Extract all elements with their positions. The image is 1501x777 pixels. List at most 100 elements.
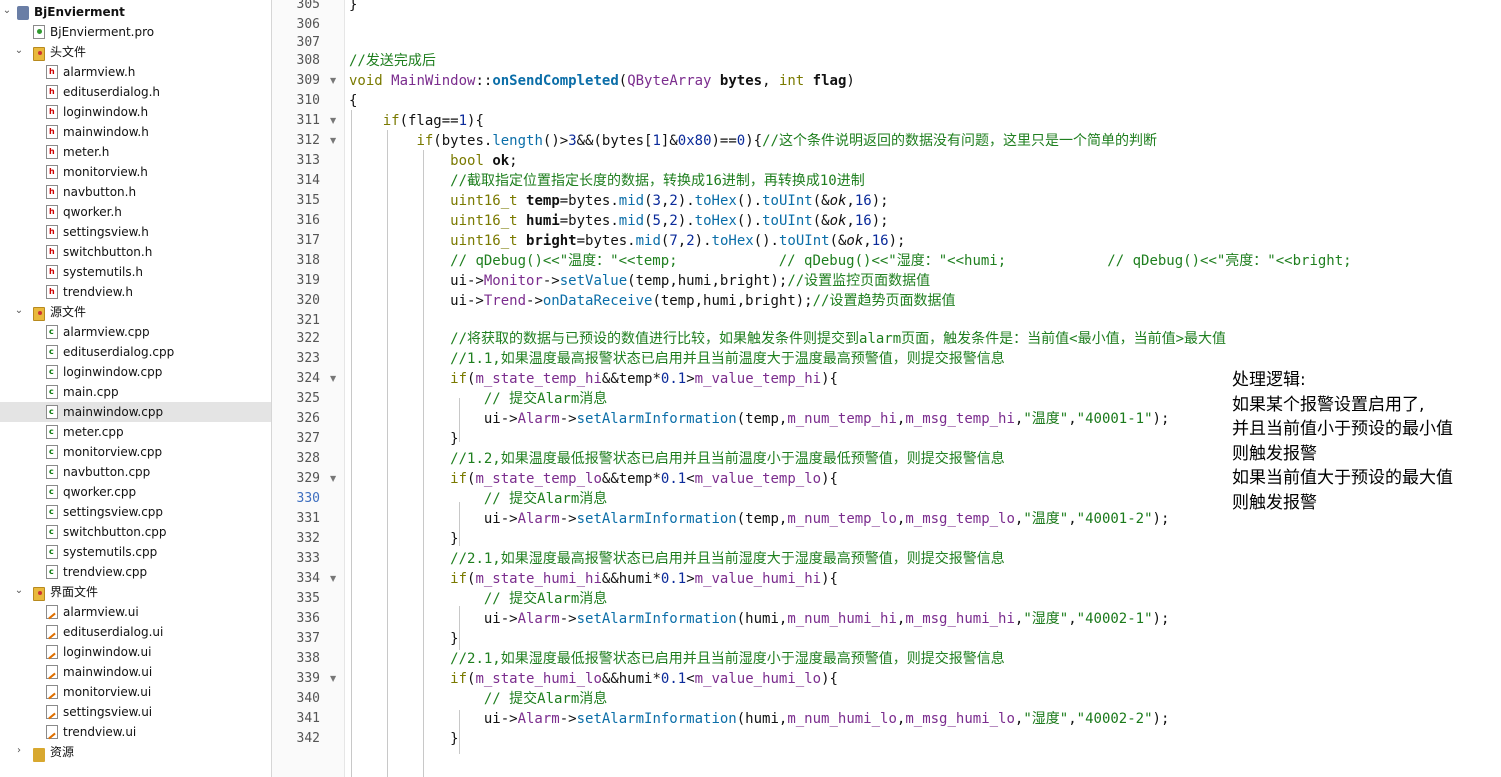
code-line: } — [349, 430, 459, 450]
line-number: 341 — [296, 711, 320, 726]
tree-file[interactable]: alarmview.cpp — [0, 322, 271, 342]
tree-file-label: trendview.h — [63, 285, 133, 299]
tree-file[interactable]: meter.h — [0, 142, 271, 162]
tree-folder-headers[interactable]: ⌄ 头文件 — [0, 42, 271, 62]
tree-file[interactable]: trendview.cpp — [0, 562, 271, 582]
code-token: m_msg_temp_lo — [905, 511, 1015, 527]
code-token: Alarm — [517, 711, 560, 727]
code-token: ); — [1152, 511, 1170, 527]
expand-arrow-icon[interactable]: › — [14, 745, 24, 756]
code-token: } — [349, 431, 459, 447]
code-line: bool ok; — [349, 152, 517, 172]
tree-file-label: trendview.cpp — [63, 565, 148, 579]
fold-marker-icon[interactable]: ▼ — [330, 570, 336, 588]
tree-file[interactable]: meter.cpp — [0, 422, 271, 442]
tree-file[interactable]: trendview.ui — [0, 722, 271, 742]
code-token: m_num_humi_lo — [787, 711, 897, 727]
collapse-arrow-icon[interactable]: ⌄ — [14, 585, 24, 596]
tree-file[interactable]: switchbutton.h — [0, 242, 271, 262]
line-number: 321 — [296, 313, 320, 328]
tree-file-label: meter.cpp — [63, 425, 124, 439]
fold-marker-icon[interactable]: ▼ — [330, 470, 336, 488]
tree-file[interactable]: mainwindow.h — [0, 122, 271, 142]
code-line: //1.2,如果温度最低报警状态已启用并且当前温度小于温度最低预警值，则提交报警… — [349, 450, 1005, 470]
code-token: m_value_temp_hi — [694, 371, 822, 387]
fold-marker-icon[interactable]: ▼ — [330, 670, 336, 688]
tree-file[interactable]: mainwindow.cpp — [0, 402, 271, 422]
code-line: // 提交Alarm消息 — [349, 490, 607, 510]
code-token: &&temp* — [601, 371, 661, 387]
tree-file[interactable]: systemutils.cpp — [0, 542, 271, 562]
project-tree[interactable]: ⌄ BjEnvierment BjEnvierment.pro ⌄ 头文件 alarmvi… — [0, 0, 272, 777]
code-token: // 提交Alarm消息 — [483, 391, 608, 407]
tree-folder-forms[interactable]: ⌄ 界面文件 — [0, 582, 271, 602]
tree-file[interactable]: settingsview.cpp — [0, 502, 271, 522]
tree-file[interactable]: systemutils.h — [0, 262, 271, 282]
tree-file[interactable]: edituserdialog.h — [0, 82, 271, 102]
tree-file[interactable]: qworker.h — [0, 202, 271, 222]
tree-file[interactable]: navbutton.h — [0, 182, 271, 202]
tree-file[interactable]: navbutton.cpp — [0, 462, 271, 482]
tree-file[interactable]: switchbutton.cpp — [0, 522, 271, 542]
collapse-arrow-icon[interactable]: ⌄ — [14, 45, 24, 56]
code-token: 16 — [854, 193, 872, 209]
collapse-arrow-icon[interactable]: ⌄ — [14, 305, 24, 316]
code-token: 3 — [652, 193, 661, 209]
line-number: 339 — [296, 671, 320, 686]
code-token: 0x80 — [677, 133, 712, 149]
cpp-file-icon — [46, 565, 58, 579]
line-number: 336 — [296, 611, 320, 626]
tree-folder-sources[interactable]: ⌄ 源文件 — [0, 302, 271, 322]
tree-file[interactable]: trendview.h — [0, 282, 271, 302]
collapse-arrow-icon[interactable]: ⌄ — [2, 5, 12, 16]
tree-file[interactable]: settingsview.h — [0, 222, 271, 242]
note-line: 并且当前值小于预设的最小值 — [1232, 419, 1453, 439]
tree-file[interactable]: monitorview.cpp — [0, 442, 271, 462]
tree-file[interactable]: loginwindow.ui — [0, 642, 271, 662]
tree-file[interactable]: loginwindow.cpp — [0, 362, 271, 382]
code-token: uint16_t — [450, 233, 518, 249]
code-token: Monitor — [483, 273, 543, 289]
tree-file[interactable]: qworker.cpp — [0, 482, 271, 502]
fold-marker-icon[interactable]: ▼ — [330, 370, 336, 388]
tree-file[interactable]: edituserdialog.ui — [0, 622, 271, 642]
tree-folder-resources[interactable]: › 资源 — [0, 742, 271, 762]
fold-marker-icon[interactable]: ▼ — [330, 112, 336, 130]
tree-file[interactable]: edituserdialog.cpp — [0, 342, 271, 362]
line-number: 334 — [296, 571, 320, 586]
code-token: , — [846, 213, 855, 229]
tree-file[interactable]: mainwindow.ui — [0, 662, 271, 682]
fold-marker-icon[interactable]: ▼ — [330, 72, 336, 90]
code-token: toHex — [711, 233, 754, 249]
cpp-file-icon — [46, 465, 58, 479]
code-token: 0.1 — [660, 371, 687, 387]
line-number: 317 — [296, 233, 320, 248]
tree-file[interactable]: monitorview.ui — [0, 682, 271, 702]
tree-file[interactable]: loginwindow.h — [0, 102, 271, 122]
code-token: Alarm — [517, 511, 560, 527]
tree-file[interactable]: main.cpp — [0, 382, 271, 402]
tree-file[interactable]: alarmview.h — [0, 62, 271, 82]
code-line: ui->Alarm->setAlarmInformation(humi,m_nu… — [349, 610, 1170, 630]
tree-file-label: systemutils.h — [63, 265, 144, 279]
line-number: 332 — [296, 531, 320, 546]
code-token: QByteArray — [627, 73, 712, 89]
tree-file[interactable]: monitorview.h — [0, 162, 271, 182]
code-token: bytes — [719, 73, 763, 89]
tree-file-pro[interactable]: BjEnvierment.pro — [0, 22, 271, 42]
code-token: , — [846, 193, 855, 209]
fold-marker-icon[interactable]: ▼ — [330, 132, 336, 150]
tree-file[interactable]: settingsview.ui — [0, 702, 271, 722]
pro-file-icon — [33, 25, 45, 39]
code-token: { — [349, 93, 358, 109]
code-line: ui->Trend->onDataReceive(temp,humi,brigh… — [349, 292, 955, 312]
tree-file-label: edituserdialog.h — [63, 85, 161, 99]
tree-file[interactable]: alarmview.ui — [0, 602, 271, 622]
line-number: 328 — [296, 451, 320, 466]
code-token: , — [677, 233, 687, 249]
code-token: //设置趋势页面数据值 — [812, 293, 956, 309]
tree-project[interactable]: ⌄ BjEnvierment — [0, 2, 271, 22]
